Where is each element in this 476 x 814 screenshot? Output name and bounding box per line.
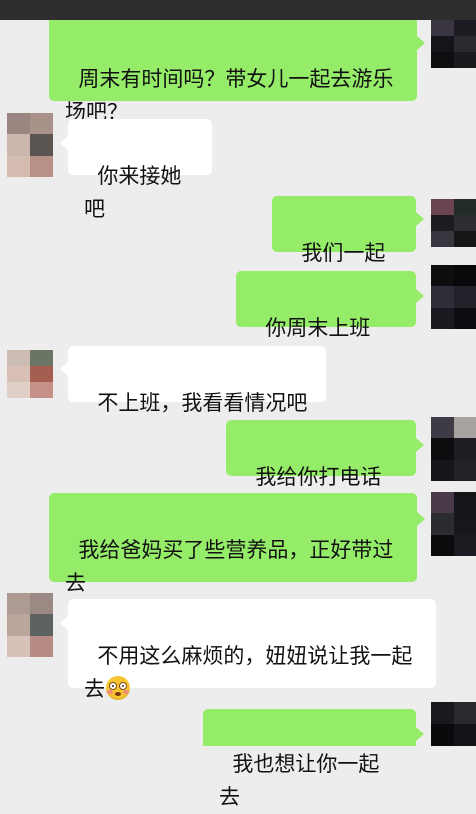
contact-avatar[interactable] (7, 113, 53, 177)
message-bubble-incoming[interactable]: 不上班，我看看情况吧 (68, 346, 326, 415)
my-avatar[interactable] (431, 702, 476, 746)
flushed-face-emoji (106, 676, 130, 700)
status-bar (0, 0, 476, 20)
message-text: 不上班，我看看情况吧 (97, 391, 308, 415)
my-avatar[interactable] (431, 492, 476, 556)
my-avatar[interactable] (431, 265, 476, 329)
bubble-tail (60, 362, 68, 376)
bubble-tail (417, 36, 425, 50)
my-avatar[interactable] (431, 20, 476, 68)
message-text: 我也想让你一起去 (219, 752, 380, 809)
contact-avatar[interactable] (7, 350, 53, 398)
bubble-tail (416, 438, 424, 452)
message-bubble-outgoing[interactable]: 我给你打电话吧 (226, 420, 416, 522)
message-bubble-incoming[interactable]: 你来接她吧 (68, 119, 212, 221)
message-bubble-outgoing[interactable]: 周末有时间吗？带女儿一起去游乐场吧？ (49, 20, 417, 124)
bubble-tail (60, 136, 68, 150)
message-bubble-outgoing[interactable]: 你周末上班吗？ (236, 271, 416, 373)
message-bubble-outgoing[interactable]: 我给爸妈买了些营养品，正好带过去 (49, 493, 417, 595)
contact-avatar[interactable] (7, 593, 53, 657)
bubble-tail (417, 512, 425, 526)
message-bubble-outgoing[interactable]: 我们一起啊 (272, 196, 416, 298)
message-text: 不用这么麻烦的，妞妞说让我一起去 (84, 644, 413, 701)
message-bubble-outgoing[interactable]: 我也想让你一起去 (203, 709, 416, 809)
message-text: 周末有时间吗？带女儿一起去游乐场吧？ (65, 67, 394, 124)
my-avatar[interactable] (431, 417, 476, 481)
message-text: 你来接她吧 (84, 164, 182, 221)
my-avatar[interactable] (431, 199, 476, 247)
message-bubble-incoming[interactable]: 不用这么麻烦的，妞妞说让我一起去 (68, 599, 436, 701)
message-text: 我给爸妈买了些营养品，正好带过去 (65, 538, 394, 595)
bubble-tail (416, 289, 424, 303)
bubble-tail (60, 616, 68, 630)
bubble-tail (416, 727, 424, 741)
bubble-tail (416, 212, 424, 226)
